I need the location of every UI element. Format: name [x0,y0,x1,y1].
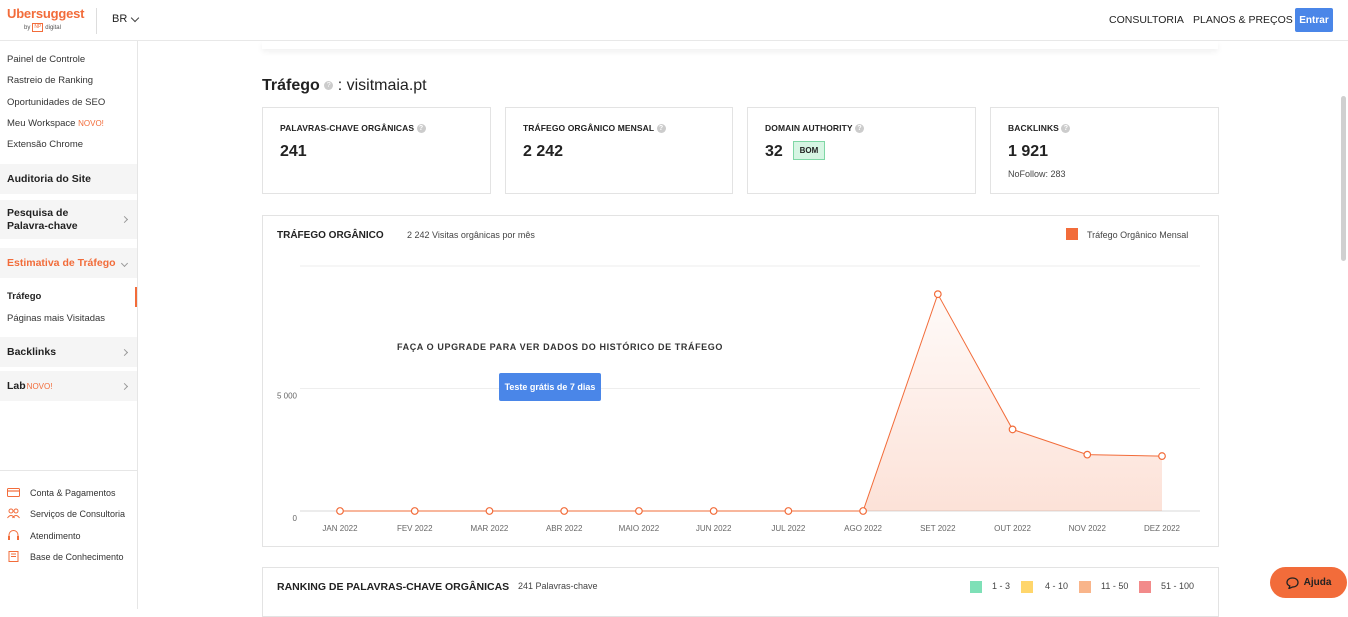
chevron-down-icon [131,13,140,22]
data-point [336,507,344,515]
x-tick-label: MAIO 2022 [619,524,660,533]
help-label: Ajuda [1303,577,1332,588]
x-tick-label: OUT 2022 [994,524,1031,533]
data-point [1008,425,1017,434]
help-chat-button[interactable]: Ajuda [1270,567,1347,598]
y-tick-label: 0 [293,514,298,523]
x-tick-label: JUN 2022 [696,524,732,533]
data-point [784,507,793,515]
legend-swatch-4-10 [1021,581,1033,593]
data-point [1083,450,1092,459]
ranking-panel: RANKING DE PALAVRAS-CHAVE ORGÂNICAS 241 … [262,567,1219,617]
logo-brand: Ubersuggest [7,6,85,21]
x-tick-label: MAR 2022 [471,524,509,533]
data-point [1158,452,1166,460]
header-divider [96,8,97,34]
x-tick-label: JAN 2022 [322,524,358,533]
data-point [485,507,494,515]
data-point [410,507,419,515]
logo-by: by NP digital [24,23,87,32]
legend-swatch-51-100 [1139,581,1151,593]
data-point [933,290,942,299]
nav-consultoria[interactable]: CONSULTORIA [1109,14,1184,26]
legend-swatch-1-3 [970,581,982,593]
legend-swatch-11-50 [1079,581,1091,593]
language-label: BR [112,13,128,25]
free-trial-button[interactable]: Teste grátis de 7 dias [499,373,601,401]
x-tick-label: ABR 2022 [546,524,583,533]
data-point [635,507,643,515]
series-area [340,294,1162,511]
data-point [709,507,718,515]
nav-planos-precos[interactable]: PLANOS & PREÇOS [1193,14,1293,26]
x-tick-label: NOV 2022 [1069,524,1107,533]
language-selector[interactable]: BR [112,13,140,25]
panel-title: RANKING DE PALAVRAS-CHAVE ORGÂNICAS [277,581,510,593]
chat-bubble-icon [1285,576,1299,589]
y-tick-label: 5 000 [277,392,298,401]
x-tick-label: DEZ 2022 [1144,524,1181,533]
data-point [560,507,569,515]
data-point [859,507,867,515]
x-tick-label: AGO 2022 [844,524,882,533]
top-bar: Ubersuggest by NP digital BR CONSULTORIA… [0,0,1348,41]
x-tick-label: FEV 2022 [397,524,433,533]
logo-digital-text: digital [45,24,61,31]
panel-subtitle: 241 Palavras-chave [518,581,598,591]
upgrade-message: FAÇA O UPGRADE PARA VER DADOS DO HISTÓRI… [397,342,723,352]
x-tick-label: SET 2022 [920,524,956,533]
np-logo-icon: NP [32,23,44,32]
legend-label: 1 - 3 [992,581,1011,591]
logo-by-text: by [24,24,31,31]
legend-label: 11 - 50 [1101,581,1129,591]
traffic-chart: 0 5 000 JAN 2022 FEV 2022 MAR 2022 ABR 2022 MA… [277,265,1200,533]
x-tick-label: JUL 2022 [771,524,806,533]
login-button[interactable]: Entrar [1295,8,1333,32]
ubersuggest-logo[interactable]: Ubersuggest by NP digital [7,6,87,32]
legend-label: 51 - 100 [1161,581,1195,591]
legend-label: 4 - 10 [1045,581,1069,591]
page-scrollbar[interactable] [1341,96,1346,261]
